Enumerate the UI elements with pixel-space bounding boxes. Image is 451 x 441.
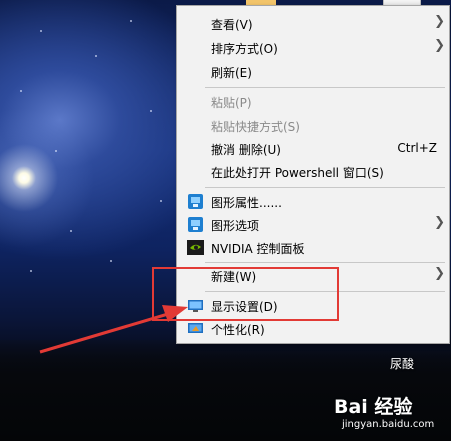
pointer-arrow-annotation <box>39 305 188 354</box>
desktop-icon-label[interactable]: 尿酸 <box>390 355 414 372</box>
watermark-site: jingyan.baidu.com <box>342 419 435 430</box>
watermark-brand: Bai 经验 <box>334 396 413 418</box>
